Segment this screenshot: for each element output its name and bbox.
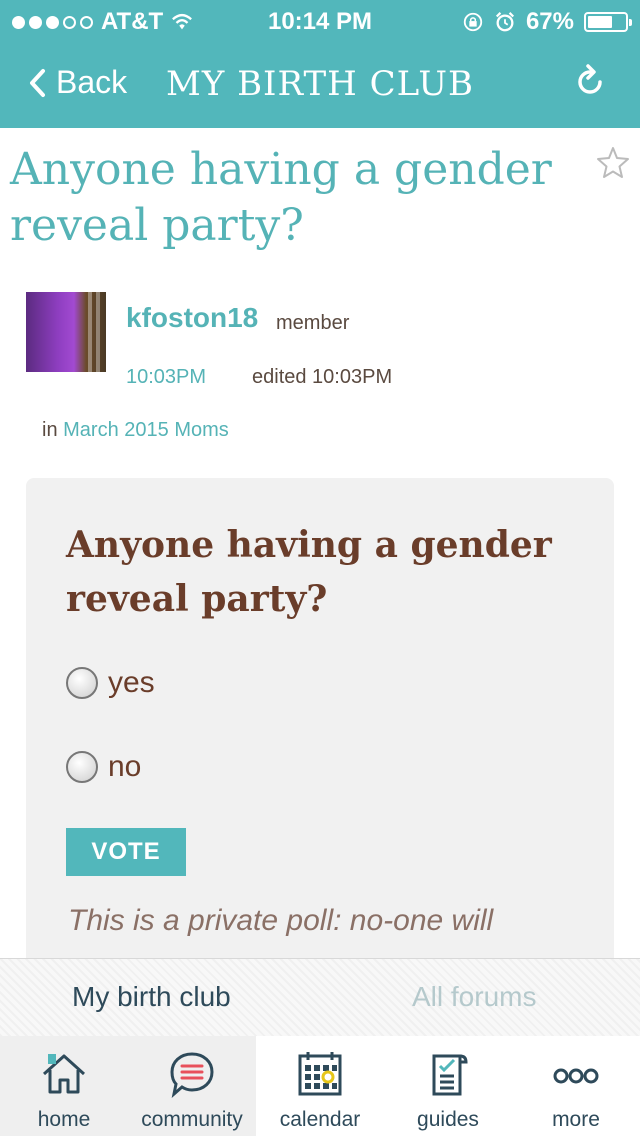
more-dots-icon bbox=[553, 1068, 599, 1084]
in-prefix: in bbox=[42, 419, 58, 441]
nav-bar: Back MY BIRTH CLUB bbox=[0, 48, 640, 120]
radio-button[interactable] bbox=[66, 667, 98, 699]
chat-bubble-icon bbox=[170, 1052, 214, 1098]
group-link[interactable]: March 2015 Moms bbox=[63, 419, 229, 441]
nav-label: guides bbox=[417, 1108, 479, 1131]
star-icon[interactable] bbox=[596, 146, 630, 180]
group-line: in March 2015 Moms bbox=[42, 419, 229, 442]
home-icon bbox=[42, 1054, 86, 1094]
poll-option-no[interactable]: no bbox=[66, 750, 141, 784]
alarm-icon bbox=[495, 12, 515, 32]
nav-community[interactable]: community bbox=[128, 1036, 256, 1136]
nav-home[interactable]: home bbox=[0, 1036, 128, 1136]
post-time: 10:03PM bbox=[126, 366, 207, 388]
poll-option-yes[interactable]: yes bbox=[66, 666, 155, 700]
avatar[interactable] bbox=[26, 292, 106, 372]
poll-card: Anyone having a gender reveal party? yes… bbox=[26, 478, 614, 998]
poll-question: Anyone having a gender reveal party? bbox=[66, 524, 552, 620]
radio-button[interactable] bbox=[66, 751, 98, 783]
app-title: MY BIRTH CLUB bbox=[166, 64, 474, 104]
nav-label: community bbox=[141, 1108, 243, 1131]
poll-privacy-note: This is a private poll: no-one will bbox=[68, 904, 494, 937]
guide-document-icon bbox=[432, 1054, 468, 1096]
forum-tabs: My birth club All forums bbox=[0, 958, 640, 1036]
nav-calendar[interactable]: calendar bbox=[256, 1036, 384, 1136]
nav-label: home bbox=[37, 1108, 91, 1131]
refresh-icon[interactable] bbox=[570, 62, 610, 102]
option-label: yes bbox=[108, 666, 155, 699]
edited-time: edited 10:03PM bbox=[252, 366, 393, 388]
nav-label: calendar bbox=[279, 1108, 361, 1131]
author-block: kfoston18 member 10:03PM edited 10:03PM bbox=[26, 292, 586, 392]
vote-button[interactable]: VOTE bbox=[66, 828, 186, 876]
nav-label: more bbox=[552, 1108, 600, 1131]
status-bar: AT&T 10:14 PM 67% bbox=[0, 0, 640, 40]
option-label: no bbox=[108, 750, 142, 783]
calendar-icon bbox=[298, 1052, 342, 1096]
tab-all-forums[interactable]: All forums bbox=[412, 981, 536, 1013]
rotation-lock-icon bbox=[463, 12, 483, 32]
battery-icon bbox=[584, 12, 632, 32]
tab-my-birth-club[interactable]: My birth club bbox=[72, 981, 231, 1013]
author-role: member bbox=[276, 312, 350, 334]
author-name[interactable]: kfoston18 bbox=[126, 302, 258, 334]
post-title: Anyone having a gender reveal party? bbox=[10, 144, 552, 251]
bottom-nav: home community calendar guides more bbox=[0, 1036, 640, 1136]
nav-more[interactable]: more bbox=[512, 1036, 640, 1136]
battery-percent: 67% bbox=[525, 8, 574, 35]
status-right: 67% bbox=[462, 8, 632, 36]
nav-guides[interactable]: guides bbox=[384, 1036, 512, 1136]
top-bar: AT&T 10:14 PM 67% Back MY BIRTH CLUB bbox=[0, 0, 640, 128]
